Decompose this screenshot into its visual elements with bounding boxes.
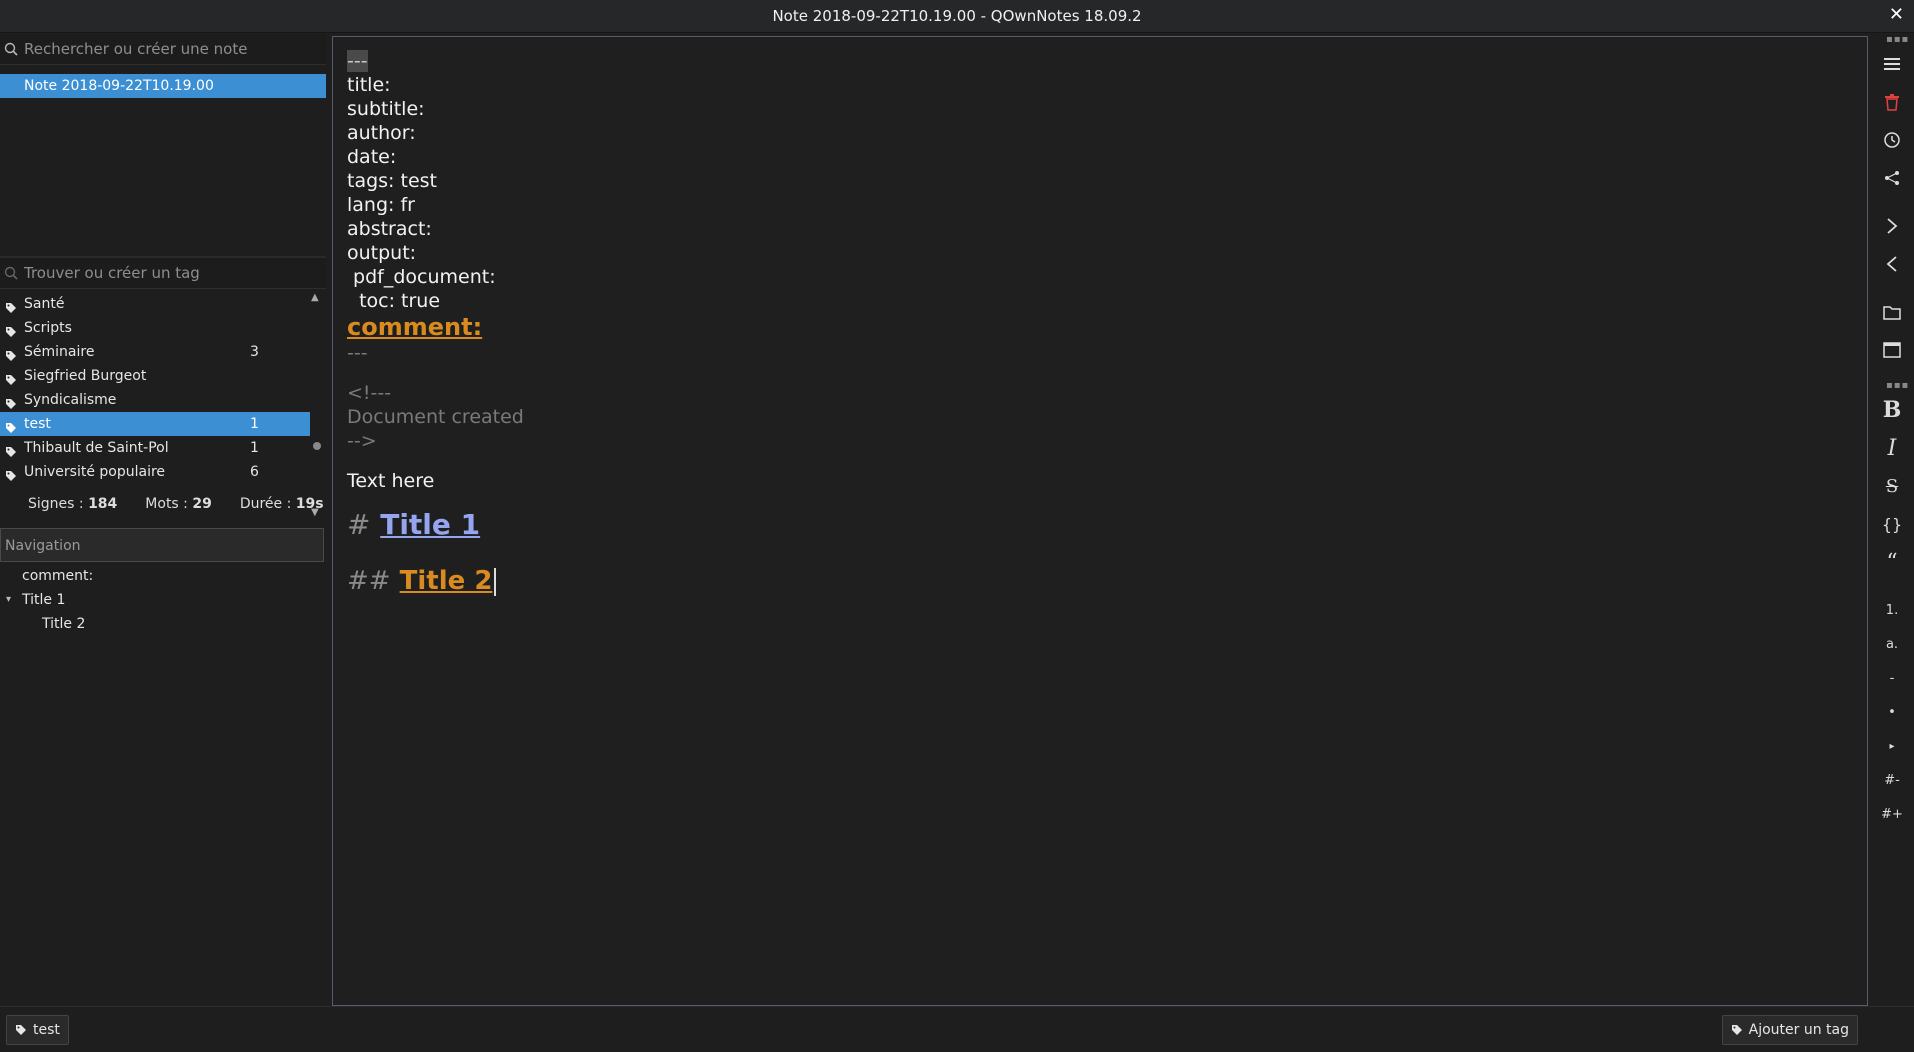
search-icon bbox=[0, 266, 22, 280]
words-stat: Mots : 29 bbox=[145, 496, 212, 512]
tag-list: Santé Scripts Séminaire 3 Siegfried Burg… bbox=[0, 292, 326, 520]
comment-heading: comment: bbox=[347, 313, 483, 341]
tag-name: Thibault de Saint-Pol bbox=[24, 440, 169, 456]
tag-count: 3 bbox=[250, 344, 259, 360]
scroll-thumb[interactable] bbox=[313, 442, 321, 450]
tag-list-item[interactable]: Syndicalisme bbox=[0, 388, 310, 412]
tag-list-scrollbar[interactable]: ▲ ▼ bbox=[311, 292, 323, 518]
body-text: Text here bbox=[347, 470, 435, 492]
expand-arrow-icon[interactable]: ▾ bbox=[6, 588, 11, 612]
text-caret bbox=[494, 567, 497, 596]
note-title: Note 2018-09-22T10.19.00 bbox=[24, 78, 214, 94]
nav-item[interactable]: ▾ Title 1 bbox=[0, 588, 326, 612]
note-stats: Signes : 184 Mots : 29 Durée : 19s bbox=[0, 488, 326, 520]
tag-search-row bbox=[0, 258, 326, 289]
editor-line: tags: test bbox=[347, 170, 437, 192]
current-tag-button[interactable]: test bbox=[6, 1015, 69, 1045]
nav-item[interactable]: comment: bbox=[0, 564, 326, 588]
navigation-filter[interactable]: Navigation bbox=[0, 528, 324, 562]
menu-icon[interactable] bbox=[1878, 50, 1906, 78]
editor-line: date: bbox=[347, 146, 397, 168]
frontmatter-close: --- bbox=[347, 342, 368, 364]
editor-line: lang: fr bbox=[347, 194, 415, 216]
toolbar-grip[interactable]: ▪▪▪ bbox=[1886, 381, 1908, 391]
tag-count: 1 bbox=[250, 440, 259, 456]
folder-icon[interactable] bbox=[1878, 298, 1906, 326]
tag-icon bbox=[1731, 1025, 1742, 1035]
dash-list-button[interactable]: - bbox=[1878, 664, 1906, 692]
tag-list-item[interactable]: Université populaire 6 bbox=[0, 460, 310, 484]
chevron-right-icon[interactable] bbox=[1878, 212, 1906, 240]
tag-list-item[interactable]: Thibault de Saint-Pol 1 bbox=[0, 436, 310, 460]
editor-line: output: bbox=[347, 242, 417, 264]
bold-button[interactable]: B bbox=[1878, 396, 1906, 424]
tag-list-item[interactable]: Séminaire 3 bbox=[0, 340, 310, 364]
html-comment-body: Document created bbox=[347, 406, 524, 428]
tag-name: Scripts bbox=[24, 320, 72, 336]
navigation-tree: comment: ▾ Title 1 Title 2 bbox=[0, 564, 326, 636]
note-search-row bbox=[0, 34, 326, 65]
add-tag-button[interactable]: Ajouter un tag bbox=[1721, 1015, 1858, 1045]
search-icon bbox=[0, 42, 22, 56]
strikethrough-button[interactable]: S bbox=[1878, 472, 1906, 500]
editor-line: abstract: bbox=[347, 218, 432, 240]
tag-name: Santé bbox=[24, 296, 65, 312]
ordered-list-button[interactable]: 1. bbox=[1878, 596, 1906, 624]
window-icon[interactable] bbox=[1878, 336, 1906, 364]
tag-name: test bbox=[24, 416, 51, 432]
tag-name: Syndicalisme bbox=[24, 392, 117, 408]
tag-count: 6 bbox=[250, 464, 259, 480]
tag-icon bbox=[5, 466, 17, 490]
alpha-list-button[interactable]: a. bbox=[1878, 630, 1906, 658]
html-comment-close: --> bbox=[347, 430, 377, 452]
window-titlebar: Note 2018-09-22T10.19.00 - QOwnNotes 18.… bbox=[0, 0, 1914, 33]
close-window-button[interactable]: ✕ bbox=[1889, 4, 1904, 25]
editor-line: toc: true bbox=[347, 290, 441, 312]
tag-count: 1 bbox=[250, 416, 259, 432]
window-title: Note 2018-09-22T10.19.00 - QOwnNotes 18.… bbox=[772, 7, 1142, 25]
italic-button[interactable]: I bbox=[1878, 434, 1906, 462]
trash-icon[interactable] bbox=[1878, 88, 1906, 116]
tag-search-input[interactable] bbox=[22, 263, 316, 283]
note-search-input[interactable] bbox=[22, 39, 316, 59]
editor-toolbar: ▪▪▪ ▪▪▪ B I S {} “ 1. a. - • ▸ #- #+ bbox=[1870, 34, 1914, 1004]
tag-bar: test Ajouter un tag bbox=[0, 1006, 1914, 1052]
chevron-left-icon[interactable] bbox=[1878, 250, 1906, 278]
tag-name: Siegfried Burgeot bbox=[24, 368, 147, 384]
tag-list-item[interactable]: Siegfried Burgeot bbox=[0, 364, 310, 388]
left-panel: Note 2018-09-22T10.19.00 Santé Scripts S… bbox=[0, 34, 330, 1004]
editor-line: pdf_document: bbox=[347, 266, 496, 288]
tag-list-item[interactable]: Scripts bbox=[0, 316, 310, 340]
tag-name: Séminaire bbox=[24, 344, 95, 360]
tag-icon bbox=[16, 1025, 26, 1035]
toolbar-grip[interactable]: ▪▪▪ bbox=[1886, 35, 1908, 45]
editor-line: subtitle: bbox=[347, 98, 425, 120]
tag-list-item[interactable]: Santé bbox=[0, 292, 310, 316]
share-icon[interactable] bbox=[1878, 164, 1906, 192]
code-button[interactable]: {} bbox=[1878, 510, 1906, 538]
history-icon[interactable] bbox=[1878, 126, 1906, 154]
tag-list-item-selected[interactable]: test 1 bbox=[0, 412, 310, 436]
bullet-list-button[interactable]: • bbox=[1878, 698, 1906, 726]
editor-line: title: bbox=[347, 74, 391, 96]
html-comment-open: <!--- bbox=[347, 382, 392, 404]
nav-item[interactable]: Title 2 bbox=[0, 612, 326, 636]
heading-decrease-button[interactable]: #- bbox=[1878, 766, 1906, 794]
frontmatter-open: --- bbox=[347, 50, 368, 72]
tag-name: Université populaire bbox=[24, 464, 166, 480]
signs-stat: Signes : 184 bbox=[28, 496, 118, 512]
heading-increase-button[interactable]: #+ bbox=[1878, 800, 1906, 828]
quote-button[interactable]: “ bbox=[1878, 548, 1906, 576]
editor-line: author: bbox=[347, 122, 416, 144]
duration-stat: Durée : 19s bbox=[239, 496, 324, 512]
note-editor[interactable]: --- title: subtitle: author: date: tags:… bbox=[332, 36, 1868, 1006]
scroll-up-icon[interactable]: ▲ bbox=[311, 292, 319, 303]
triangle-list-button[interactable]: ▸ bbox=[1878, 732, 1906, 760]
heading-1: # Title 1 bbox=[347, 508, 481, 541]
heading-2: ## Title 2 bbox=[347, 561, 1867, 601]
note-list-item[interactable]: Note 2018-09-22T10.19.00 bbox=[0, 74, 326, 98]
